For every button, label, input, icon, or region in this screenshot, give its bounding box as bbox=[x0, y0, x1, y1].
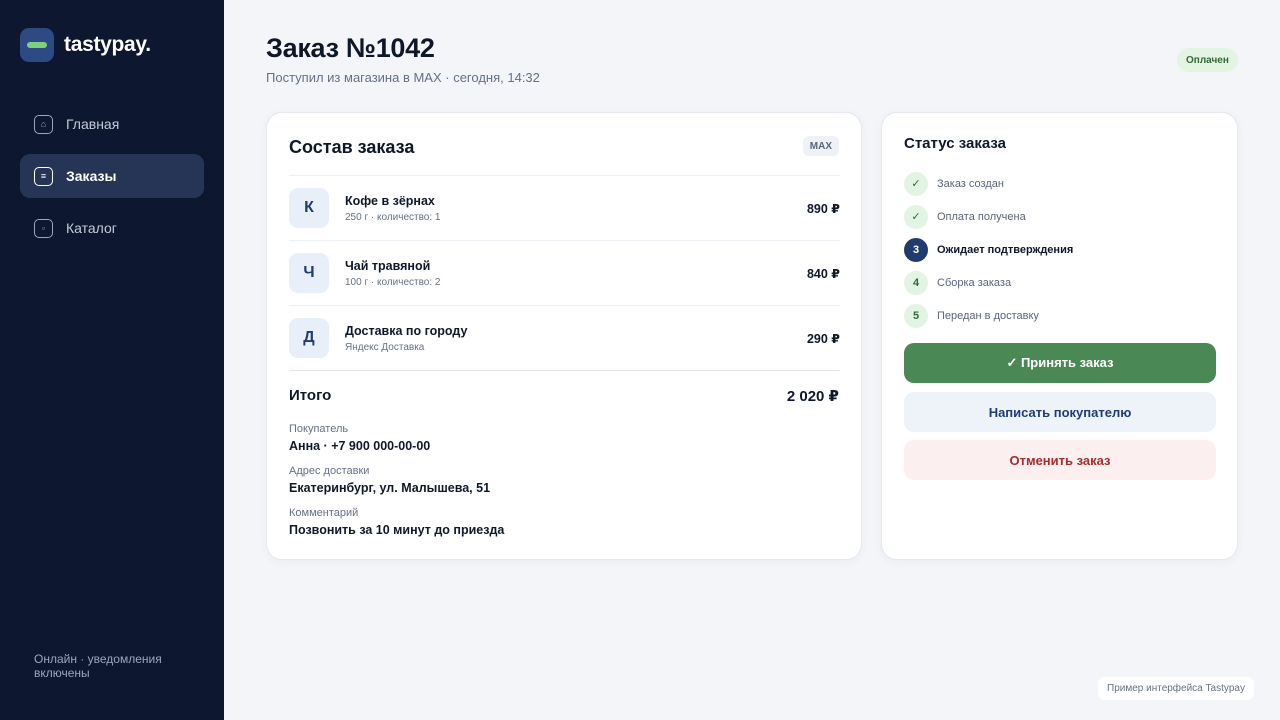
comment-label: Комментарий bbox=[289, 507, 359, 519]
message-buyer-button[interactable]: Написать покупателю bbox=[904, 392, 1216, 432]
total-label: Итого bbox=[289, 387, 332, 404]
list-item: Д Доставка по городу Яндекс Доставка 290… bbox=[289, 305, 840, 370]
list-item: Ч Чай травяной 100 г · количество: 2 840… bbox=[289, 240, 840, 305]
comment-value: Позвонить за 10 минут до приезда bbox=[289, 523, 505, 537]
step-number: 5 bbox=[904, 303, 928, 328]
orders-icon: ≡ bbox=[34, 166, 53, 186]
home-icon: ⌂ bbox=[34, 114, 53, 134]
status-steps: ✓ Заказ создан ✓ Оплата получена 3 Ожида… bbox=[904, 167, 1216, 332]
cancel-order-button[interactable]: Отменить заказ bbox=[904, 440, 1216, 480]
item-meta: Яндекс Доставка bbox=[345, 342, 425, 353]
status-step: ✓ Заказ создан bbox=[904, 167, 1216, 200]
item-name: Кофе в зёрнах bbox=[345, 194, 435, 208]
check-icon: ✓ bbox=[904, 204, 928, 229]
address-value: Екатеринбург, ул. Малышева, 51 bbox=[289, 481, 491, 495]
sidebar-item-home[interactable]: ⌂ Главная bbox=[20, 102, 204, 146]
item-price: 290 ₽ bbox=[806, 332, 840, 346]
app-name: tastypay. bbox=[64, 33, 151, 56]
status-step-current: 3 Ожидает подтверждения bbox=[904, 233, 1216, 266]
notification-status: Онлайн · уведомления включены bbox=[34, 652, 162, 680]
sidebar: tastypay. ⌂ Главная ≡ Заказы ▫ Каталог О… bbox=[0, 0, 224, 720]
accept-order-button[interactable]: ✓ Принять заказ bbox=[904, 343, 1216, 383]
status-card-title: Статус заказа bbox=[904, 135, 1006, 152]
check-icon: ✓ bbox=[904, 171, 928, 196]
item-avatar: К bbox=[289, 188, 329, 228]
item-avatar: Ч bbox=[289, 253, 329, 293]
item-price: 840 ₽ bbox=[806, 267, 840, 281]
step-label: Заказ создан bbox=[937, 177, 1004, 190]
step-number: 3 bbox=[904, 237, 928, 262]
item-meta: 100 г · количество: 2 bbox=[345, 277, 441, 288]
order-card: Состав заказа MAX К Кофе в зёрнах 250 г … bbox=[266, 112, 862, 560]
sidebar-item-orders[interactable]: ≡ Заказы bbox=[20, 154, 204, 198]
status-step: 4 Сборка заказа bbox=[904, 266, 1216, 299]
step-label: Сборка заказа bbox=[937, 276, 1012, 289]
status-badge: Оплачен bbox=[1177, 48, 1238, 72]
sidebar-item-catalog[interactable]: ▫ Каталог bbox=[20, 206, 204, 250]
divider bbox=[289, 370, 840, 371]
logo-icon bbox=[20, 28, 54, 62]
step-label: Передан в доставку bbox=[937, 309, 1039, 322]
item-price: 890 ₽ bbox=[806, 202, 840, 216]
order-card-title: Состав заказа bbox=[289, 137, 415, 157]
footnote: Пример интерфейса Tastypay bbox=[1098, 677, 1254, 700]
step-number: 4 bbox=[904, 270, 928, 295]
item-name: Доставка по городу bbox=[345, 324, 468, 338]
total-value: 2 020 ₽ bbox=[786, 388, 839, 405]
item-name: Чай травяной bbox=[345, 259, 431, 273]
status-step: ✓ Оплата получена bbox=[904, 200, 1216, 233]
buyer-value: Анна · +7 900 000-00-00 bbox=[289, 439, 431, 453]
page-title: Заказ №1042 bbox=[266, 33, 435, 63]
status-card: Статус заказа ✓ Заказ создан ✓ Оплата по… bbox=[881, 112, 1238, 560]
item-avatar: Д bbox=[289, 318, 329, 358]
source-badge: MAX bbox=[802, 136, 839, 156]
catalog-icon: ▫ bbox=[34, 218, 53, 238]
page-subtitle: Поступил из магазина в MAX · сегодня, 14… bbox=[266, 70, 540, 85]
sidebar-item-label: Главная bbox=[66, 116, 120, 132]
step-label: Оплата получена bbox=[937, 210, 1026, 223]
sidebar-item-label: Заказы bbox=[66, 168, 117, 184]
list-item: К Кофе в зёрнах 250 г · количество: 1 89… bbox=[289, 175, 840, 240]
item-meta: 250 г · количество: 1 bbox=[345, 212, 441, 223]
sidebar-item-label: Каталог bbox=[66, 220, 117, 236]
sidebar-nav: ⌂ Главная ≡ Заказы ▫ Каталог bbox=[20, 102, 204, 258]
step-label: Ожидает подтверждения bbox=[937, 243, 1074, 256]
address-label: Адрес доставки bbox=[289, 465, 370, 477]
status-step: 5 Передан в доставку bbox=[904, 299, 1216, 332]
app-logo[interactable]: tastypay. bbox=[20, 28, 151, 62]
buyer-label: Покупатель bbox=[289, 423, 349, 435]
order-items-list: К Кофе в зёрнах 250 г · количество: 1 89… bbox=[289, 175, 840, 370]
